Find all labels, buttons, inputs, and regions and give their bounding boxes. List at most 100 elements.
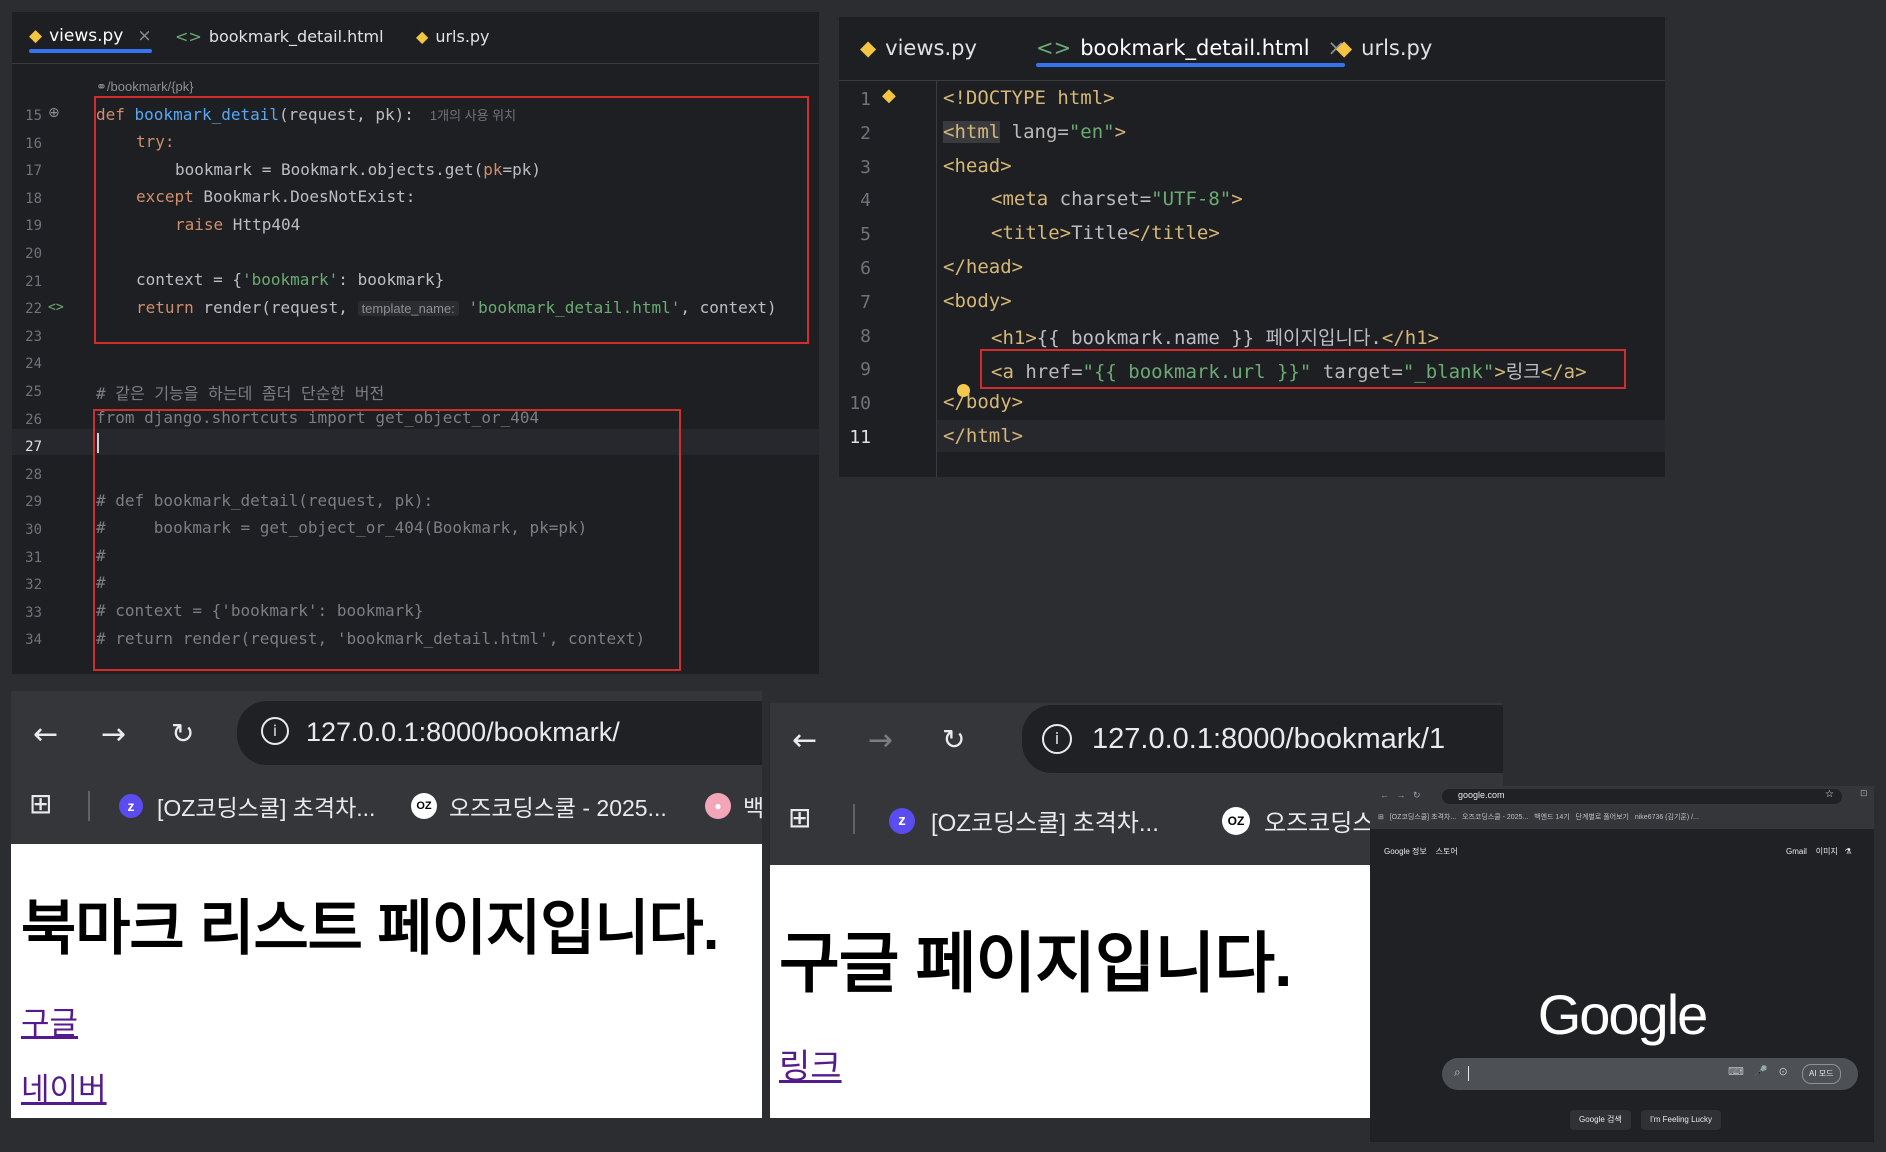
tab-urls-py[interactable]: ◆ urls.py [1336, 36, 1432, 60]
link-naver[interactable]: 네이버 [21, 1064, 107, 1109]
line-number: 17 [25, 163, 42, 180]
tab-urls-py[interactable]: ◆ urls.py [416, 27, 490, 46]
images-link[interactable]: 이미지 [1816, 847, 1838, 856]
template-editor-pane: ◆ views.py <> bookmark_detail.html × ◆ u… [839, 17, 1665, 477]
reload-icon[interactable]: ↻ [942, 723, 965, 756]
address-bar[interactable]: google.com ☆ [1442, 789, 1842, 804]
line-number: 8 [860, 325, 871, 347]
back-icon[interactable]: ← [792, 723, 817, 758]
line-number: 11 [849, 427, 871, 448]
labs-icon[interactable]: ⚗ [1845, 847, 1852, 856]
bookmark-item-oz-2[interactable]: OZ 오즈코딩스쿨 - 2025... [411, 789, 667, 823]
bookmark-item[interactable]: nike6736 (김기훈) /... [1635, 814, 1699, 821]
code-line-1: <!DOCTYPE html> [943, 87, 1115, 109]
code-line-5: <title>Title</title> [991, 222, 1220, 244]
code-line-25: # 같은 기능을 하는데 좀더 단순한 버전 [96, 384, 385, 403]
top-left-links: Google 정보 스토어 [1384, 846, 1458, 857]
python-file-icon: ◆ [860, 36, 877, 60]
lightbulb-icon[interactable] [957, 384, 970, 397]
globe-icon: ⊕ [48, 105, 60, 121]
forward-icon[interactable]: → [101, 717, 126, 752]
html-gutter-icon[interactable]: <> [48, 300, 64, 315]
feeling-lucky-button[interactable]: I'm Feeling Lucky [1641, 1110, 1721, 1130]
line-number: 16 [25, 135, 42, 152]
line-number: 30 [25, 522, 42, 538]
site-info-icon[interactable]: i [1042, 724, 1072, 754]
page-heading: 구글 페이지입니다. [779, 926, 1292, 1000]
line-number: 22 [25, 301, 42, 318]
bookmark-item-oz-1[interactable]: z [OZ코딩스쿨] 초격차... [889, 803, 1159, 838]
python-file-icon: ◆ [1336, 36, 1353, 60]
back-icon[interactable]: ← [33, 717, 58, 752]
url-text: 127.0.0.1:8000/bookmark/1 [1092, 723, 1446, 755]
oz-favicon-icon: OZ [1222, 806, 1250, 835]
oz-favicon-icon: OZ [411, 793, 437, 819]
oz-zep-favicon-icon: z [889, 807, 915, 834]
python-file-icon: ◆ [29, 26, 43, 46]
store-link[interactable]: 스토어 [1436, 847, 1458, 856]
tab-bookmark-detail-html[interactable]: <> bookmark_detail.html × [1036, 36, 1346, 67]
google-search-button[interactable]: Google 검색 [1570, 1110, 1631, 1130]
line-number: 25 [25, 384, 42, 400]
address-bar[interactable]: i 127.0.0.1:8000/bookmark/ [237, 701, 762, 765]
ai-mode-button[interactable]: AI 모드 [1802, 1064, 1841, 1084]
bookmark-item[interactable]: 오즈코딩스쿨 - 2025... [1462, 814, 1528, 821]
line-number: 10 [849, 393, 871, 415]
html-file-icon: <> [175, 27, 202, 46]
code-line-2: <html lang="en"> [943, 121, 1127, 143]
search-box[interactable]: ⌕ ⌨ 🎤 ⊙ AI 모드 [1442, 1058, 1858, 1090]
divider [853, 804, 855, 834]
bookmark-item[interactable]: [OZ코딩스쿨] 초격차... [1390, 814, 1456, 821]
current-line-highlight [937, 420, 1665, 452]
line-number: 21 [25, 273, 42, 290]
apps-grid-icon[interactable]: ⊞ [29, 787, 52, 820]
line-number: 20 [25, 246, 42, 262]
apps-grid-icon[interactable]: ⊞ [788, 801, 811, 834]
annotation-box-link-line [980, 349, 1626, 389]
line-number: 34 [25, 632, 42, 649]
nav-icons[interactable]: ← → ↻ [1380, 790, 1421, 801]
reload-icon[interactable]: ↻ [171, 717, 194, 750]
about-google-link[interactable]: Google 정보 [1384, 847, 1427, 856]
input-tools-icons[interactable]: ⌨ 🎤 ⊙ [1728, 1065, 1788, 1078]
line-number: 29 [25, 494, 42, 511]
gmail-link[interactable]: Gmail [1786, 847, 1807, 856]
line-number: 23 [25, 328, 42, 345]
search-icon: ⌕ [1454, 1065, 1461, 1079]
annotation-box-shortcut-version [93, 409, 681, 671]
code-line-4: <meta charset="UTF-8"> [991, 188, 1243, 210]
link-google[interactable]: 구글 [21, 998, 78, 1043]
bookmarks-bar[interactable]: ⊞ [OZ코딩스쿨] 초격차... 오즈코딩스쿨 - 2025... 백엔드 1… [1378, 812, 1699, 822]
line-number: 27 [25, 439, 42, 456]
line-number: 32 [25, 577, 42, 594]
bookmark-item-oz-1[interactable]: z [OZ코딩스쿨] 초격차... [119, 789, 375, 823]
tab-views-py[interactable]: ◆ views.py [860, 36, 977, 60]
line-number: 26 [25, 411, 42, 428]
bookmark-item[interactable]: 백엔드 14기 [1534, 814, 1570, 821]
bookmark-item-oz-2[interactable]: OZ 오즈코딩스 [1222, 803, 1374, 838]
tab-bookmark-detail-html[interactable]: <> bookmark_detail.html [175, 27, 384, 46]
code-line-8: <h1>{{ bookmark.name }} 페이지입니다.</h1> [991, 327, 1440, 349]
close-tab-icon[interactable]: × [137, 26, 151, 46]
star-icon[interactable]: ☆ [1825, 789, 1834, 800]
site-info-icon[interactable]: i [261, 717, 289, 745]
link-icon: ⚭ [96, 79, 107, 94]
endpoint-breadcrumb[interactable]: ⚭/bookmark/{pk} [96, 79, 194, 95]
link-detail[interactable]: 링크 [779, 1039, 842, 1088]
browser-window-list: ← → ↻ i 127.0.0.1:8000/bookmark/ ⊞ z [OZ… [11, 691, 762, 1118]
code-line-3: <head> [943, 155, 1012, 177]
tab-views-py[interactable]: ◆ views.py × [29, 26, 152, 53]
bookmark-item[interactable]: 단계별로 풀어보기 [1576, 814, 1629, 821]
pink-character-favicon-icon: ● [705, 793, 731, 819]
apps-grid-icon[interactable]: ⊞ [1378, 814, 1384, 821]
code-line-6: </head> [943, 256, 1024, 278]
code-line-10: </body> [943, 391, 1024, 413]
bookmark-item-3[interactable]: ● 백 [705, 789, 762, 823]
address-bar[interactable]: i 127.0.0.1:8000/bookmark/1 [1022, 705, 1503, 773]
page-heading: 북마크 리스트 페이지입니다. [21, 895, 719, 962]
extensions-icon[interactable]: ⊡ [1860, 789, 1868, 799]
code-line-7: <body> [943, 290, 1012, 312]
text-cursor [1468, 1066, 1469, 1081]
python-link-icon[interactable]: ◆ [882, 85, 896, 106]
line-number: 2 [860, 122, 871, 144]
